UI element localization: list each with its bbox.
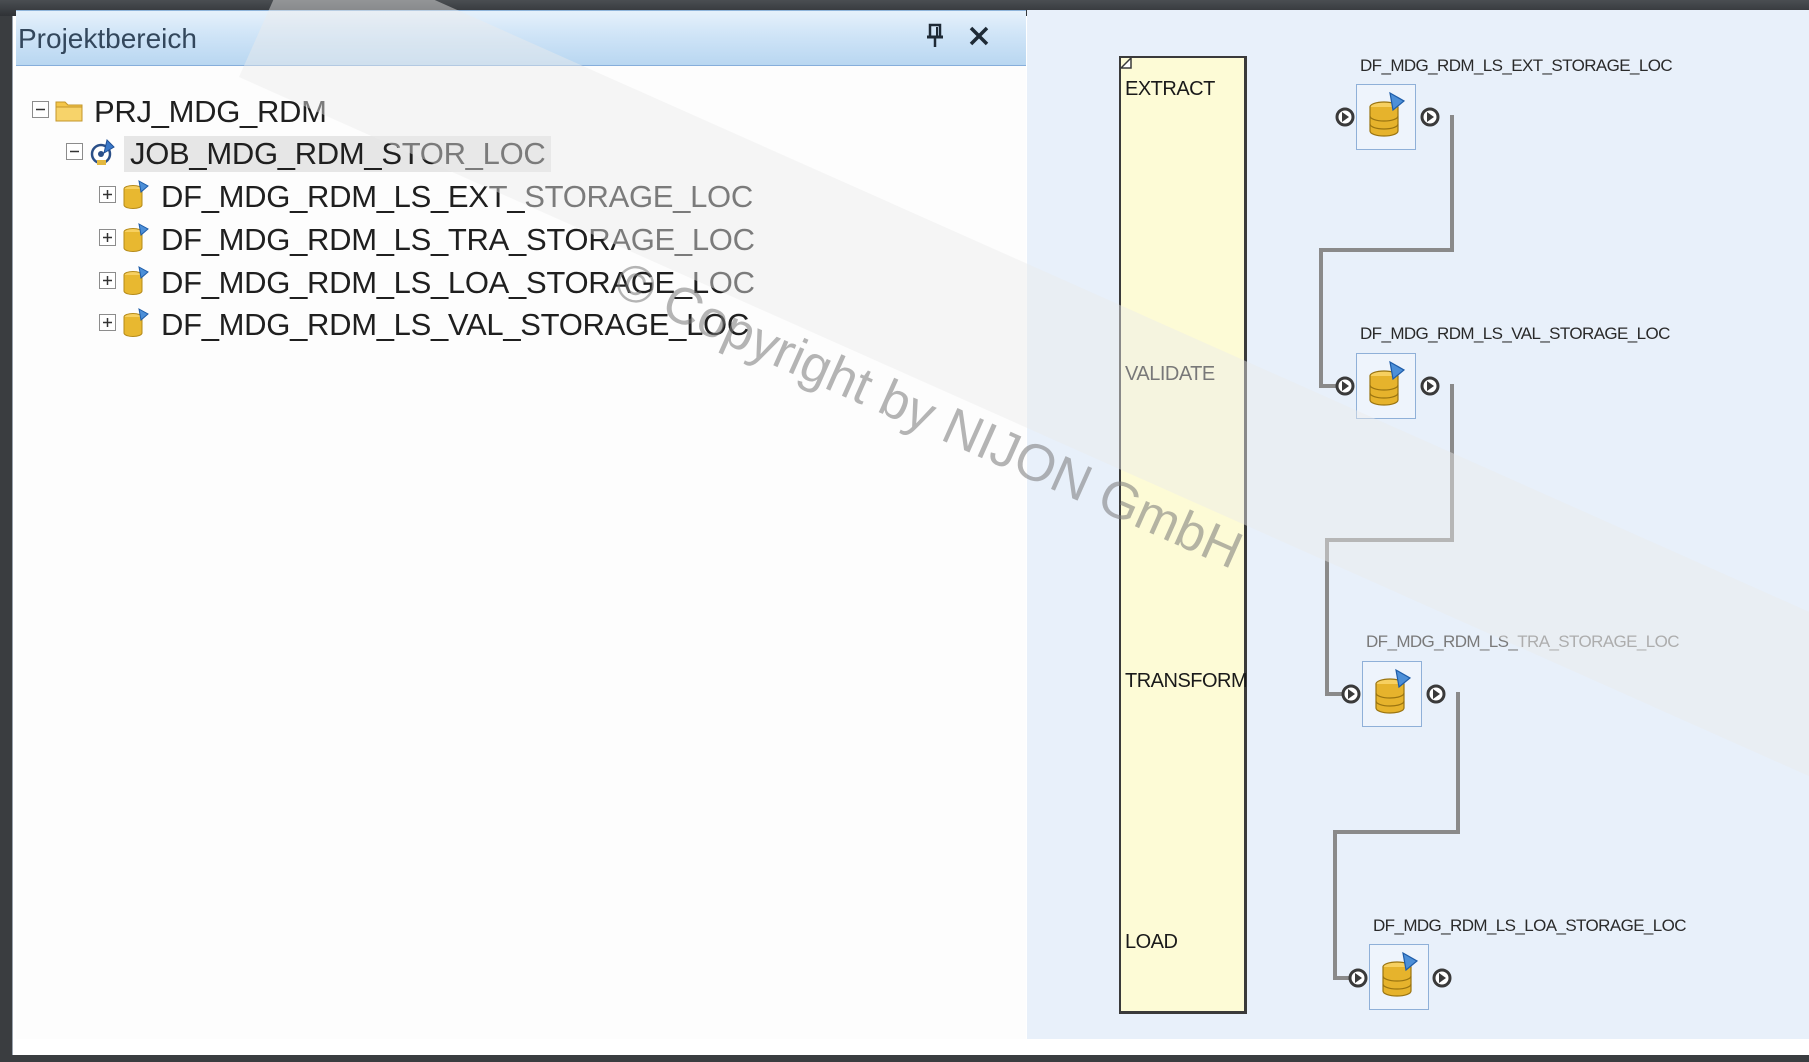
output-port-icon[interactable]: [1432, 968, 1452, 988]
output-port-icon[interactable]: [1420, 376, 1440, 396]
collapse-icon[interactable]: [32, 101, 49, 118]
dataflow-icon: [1382, 951, 1419, 997]
panel-title: Projektbereich: [18, 23, 197, 54]
expand-icon[interactable]: [99, 272, 116, 289]
tree-item-label: DF_MDG_RDM_LS_TRA_STORAGE_LOC: [161, 222, 755, 257]
output-port-icon[interactable]: [1426, 684, 1446, 704]
phase-label-extract: EXTRACT: [1125, 78, 1215, 100]
dataflow-icon: [121, 179, 151, 211]
folder-icon: [54, 94, 84, 126]
phase-label-transform: TRANSFORM: [1125, 670, 1248, 692]
tree-item-label: DF_MDG_RDM_LS_EXT_STORAGE_LOC: [161, 179, 753, 214]
dataflow-icon: [1375, 668, 1412, 714]
pin-icon[interactable]: [920, 19, 952, 55]
close-icon[interactable]: [964, 19, 996, 55]
dataflow-icon: [121, 307, 151, 339]
job-icon: [88, 136, 118, 168]
phase-annotation-box[interactable]: EXTRACT VALIDATE TRANSFORM LOAD: [1119, 56, 1248, 1014]
dataflow-node-title: DF_MDG_RDM_LS_VAL_STORAGE_LOC: [1360, 324, 1670, 343]
collapse-icon[interactable]: [66, 143, 83, 160]
panel-header: Projektbereich: [16, 10, 1026, 66]
dataflow-node-title: DF_MDG_RDM_LS_EXT_STORAGE_LOC: [1360, 56, 1673, 75]
dataflow-icon: [121, 222, 151, 254]
tree-item-label: DF_MDG_RDM_LS_LOA_STORAGE_LOC: [161, 265, 755, 300]
fold-corner-icon: [1121, 58, 1132, 69]
input-port-icon[interactable]: [1348, 968, 1368, 988]
tree-item-label: JOB_MDG_RDM_STOR_LOC: [124, 136, 552, 172]
expand-icon[interactable]: [99, 229, 116, 246]
dataflow-node[interactable]: [1356, 353, 1416, 419]
phase-label-validate: VALIDATE: [1125, 363, 1215, 385]
input-port-icon[interactable]: [1335, 107, 1355, 127]
dataflow-node[interactable]: [1356, 84, 1416, 150]
output-port-icon[interactable]: [1420, 107, 1440, 127]
dataflow-icon: [1369, 360, 1406, 406]
dataflow-icon: [121, 265, 151, 297]
input-port-icon[interactable]: [1335, 376, 1355, 396]
dataflow-node[interactable]: [1362, 661, 1422, 727]
expand-icon[interactable]: [99, 186, 116, 203]
phase-label-load: LOAD: [1125, 931, 1178, 953]
dataflow-node[interactable]: [1369, 944, 1429, 1010]
tree-item-label: DF_MDG_RDM_LS_VAL_STORAGE_LOC: [161, 307, 749, 342]
dataflow-node-title: DF_MDG_RDM_LS_LOA_STORAGE_LOC: [1373, 916, 1687, 935]
dataflow-node-title: DF_MDG_RDM_LS_TRA_STORAGE_LOC: [1366, 632, 1680, 651]
tree-item-label: PRJ_MDG_RDM: [94, 94, 327, 129]
input-port-icon[interactable]: [1341, 684, 1361, 704]
expand-icon[interactable]: [99, 314, 116, 331]
dataflow-icon: [1369, 91, 1406, 137]
